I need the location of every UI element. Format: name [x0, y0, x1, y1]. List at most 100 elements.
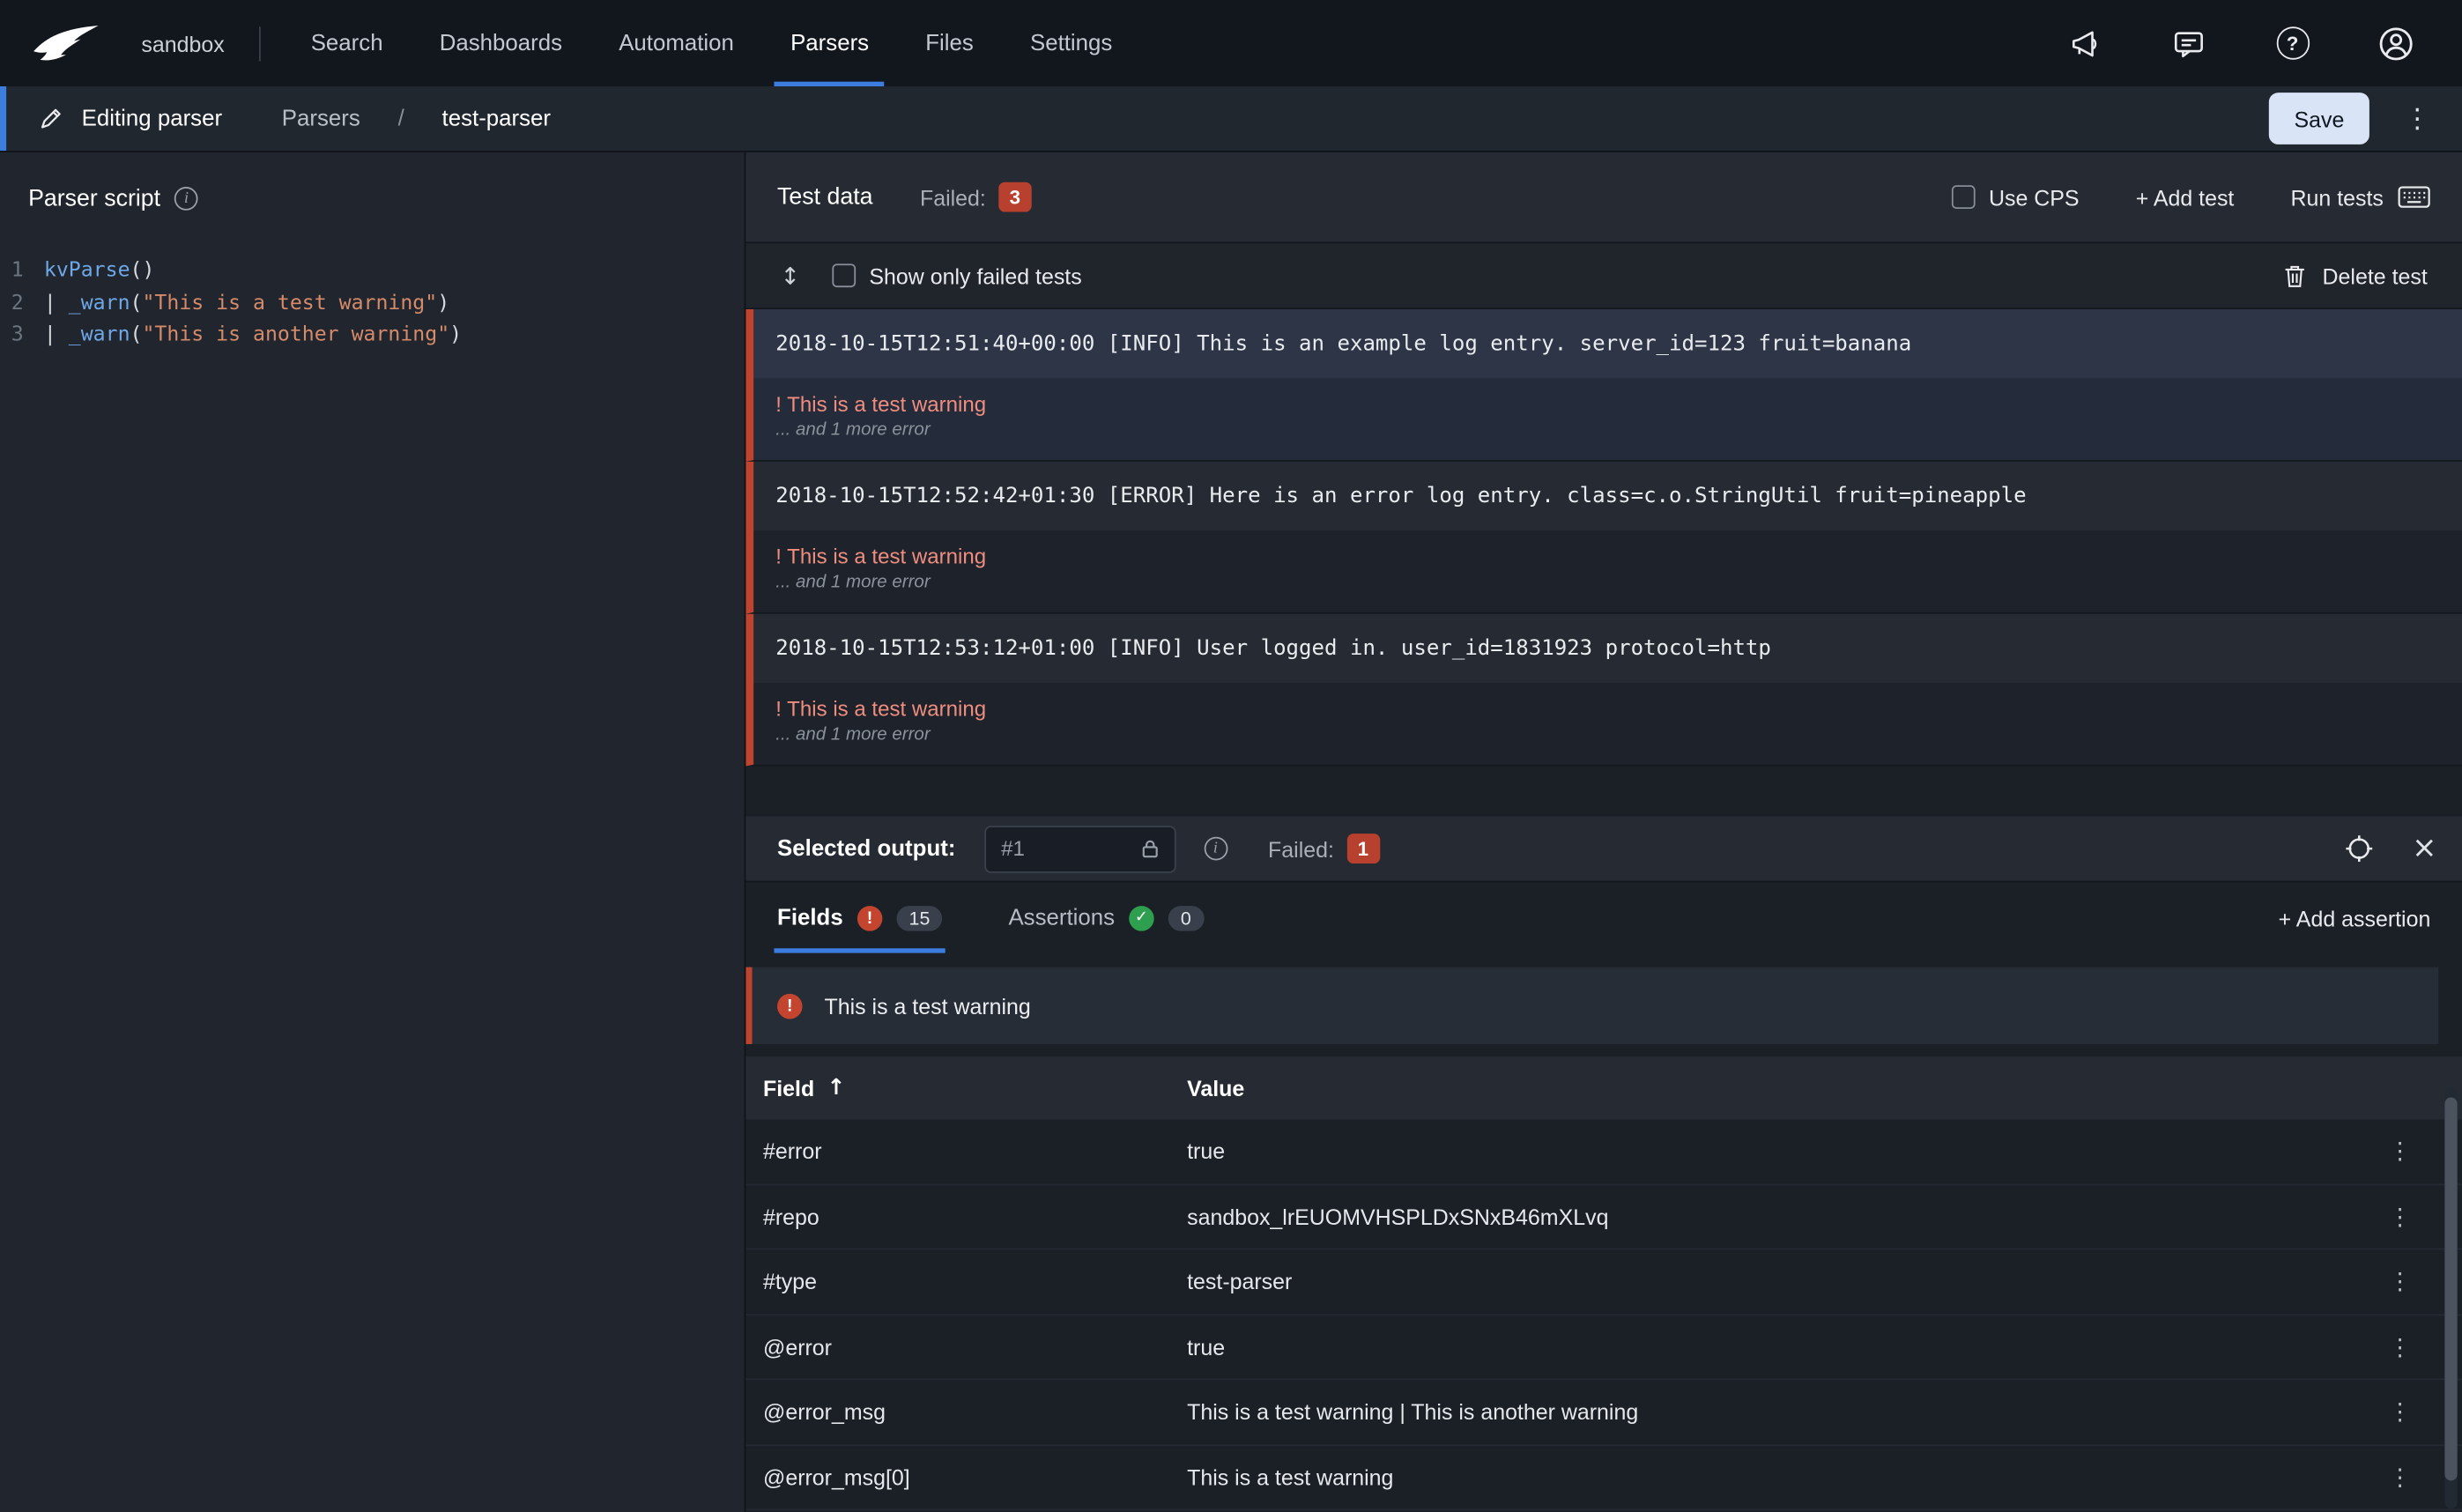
test-list-toolbar: ↕ Show only failed tests Delete test: [745, 243, 2462, 309]
show-only-failed-label: Show only failed tests: [869, 263, 1081, 288]
toolbar-right: Delete test: [2281, 263, 2428, 289]
use-cps-label: Use CPS: [1989, 184, 2080, 210]
line-number: 1: [0, 256, 44, 288]
use-cps-checkbox[interactable]: [1951, 185, 1975, 209]
tab-fields[interactable]: Fields ! 15: [777, 882, 943, 952]
parser-script-title: Parser script: [28, 184, 160, 211]
code-editor[interactable]: 1kvParse()2| _warn("This is a test warni…: [0, 243, 745, 1512]
keyboard-icon: [2398, 185, 2430, 209]
more-errors-text: ... and 1 more error: [775, 725, 2440, 744]
nav-item-parsers[interactable]: Parsers: [788, 0, 872, 86]
topnav-actions: ?: [2066, 25, 2428, 63]
code-token: "This is another warning": [142, 323, 449, 347]
assertions-tab-label: Assertions: [1008, 905, 1115, 930]
row-menu-button[interactable]: ⋮: [2382, 1202, 2418, 1230]
info-icon[interactable]: i: [174, 186, 198, 210]
parser-script-panel: Parser script i 1kvParse()2| _warn("This…: [0, 152, 745, 1512]
output-failed-count-badge: 1: [1346, 834, 1379, 863]
test-data-panel: Test data Failed: 3 Use CPS + Add test R…: [745, 152, 2462, 1512]
row-menu-button[interactable]: ⋮: [2382, 1397, 2418, 1426]
warning-banner: ! This is a test warning: [745, 967, 2438, 1044]
field-row: #errortrue⋮: [745, 1119, 2462, 1184]
top-nav: sandbox Search Dashboards Automation Parser…: [0, 0, 2462, 86]
edit-bar: Editing parser Parsers / test-parser Sav…: [0, 86, 2462, 152]
output-failed-label: Failed:: [1268, 836, 1334, 862]
test-header-actions: Use CPS + Add test Run tests: [1951, 184, 2430, 210]
fields-error-icon: !: [857, 905, 883, 930]
save-button[interactable]: Save: [2269, 93, 2369, 145]
field-name: @error_msg[0]: [763, 1464, 1187, 1490]
failed-label: Failed:: [920, 184, 986, 210]
breadcrumb-parsers-link[interactable]: Parsers: [282, 106, 360, 131]
primary-nav: Search Dashboards Automation Parsers Files Se…: [283, 0, 1141, 86]
field-row: @error_msg[0]This is a test warning⋮: [745, 1445, 2462, 1510]
fields-table-body: #errortrue⋮#reposandbox_lrEUOMVHSPLDxSNx…: [745, 1119, 2462, 1510]
scrollbar-thumb[interactable]: [2444, 1098, 2457, 1481]
output-info-icon[interactable]: i: [1204, 837, 1227, 861]
banner-text: This is a test warning: [824, 993, 1030, 1019]
mode-label: Editing parser: [82, 106, 222, 131]
test-warnings: ! This is a test warning... and 1 more e…: [753, 378, 2462, 460]
crowdstrike-falcon-logo[interactable]: [28, 18, 104, 68]
workspace-name: sandbox: [141, 31, 224, 56]
add-test-button[interactable]: + Add test: [2136, 184, 2235, 210]
row-menu-button[interactable]: ⋮: [2382, 1267, 2418, 1295]
close-output-icon[interactable]: ×: [2412, 834, 2436, 863]
nav-item-automation[interactable]: Automation: [616, 0, 738, 86]
field-value: test-parser: [1187, 1269, 2382, 1294]
nav-item-search[interactable]: Search: [308, 0, 386, 86]
code-line: 2| _warn("This is a test warning"): [0, 288, 745, 321]
trash-icon: [2281, 263, 2308, 289]
run-tests-label: Run tests: [2291, 184, 2384, 210]
assertions-ok-icon: ✓: [1129, 905, 1154, 930]
tab-assertions[interactable]: Assertions ✓ 0: [1008, 882, 1204, 952]
selected-output-bar: Selected output: #1 i Failed: 1: [745, 817, 2462, 883]
row-menu-button[interactable]: ⋮: [2382, 1138, 2418, 1166]
code-token: "This is a test warning": [142, 292, 437, 315]
more-errors-text: ... and 1 more error: [775, 421, 2440, 440]
help-icon[interactable]: ?: [2273, 25, 2311, 63]
use-cps-group: Use CPS: [1951, 184, 2079, 210]
user-avatar[interactable]: [2377, 25, 2415, 63]
field-row: @error_msgThis is a test warning | This …: [745, 1380, 2462, 1445]
test-log-line[interactable]: 2018-10-15T12:51:40+00:00 [INFO] This is…: [753, 309, 2462, 378]
show-only-failed-group: Show only failed tests: [832, 263, 1082, 288]
nav-item-files[interactable]: Files: [923, 0, 977, 86]
feedback-chat-icon[interactable]: [2170, 25, 2208, 63]
test-log-line[interactable]: 2018-10-15T12:53:12+01:00 [INFO] User lo…: [753, 614, 2462, 683]
more-errors-text: ... and 1 more error: [775, 573, 2440, 591]
field-value: sandbox_lrEUOMVHSPLDxSNxB46mXLvq: [1187, 1204, 2382, 1229]
pencil-icon: [38, 105, 64, 131]
row-menu-button[interactable]: ⋮: [2382, 1332, 2418, 1360]
announcements-icon[interactable]: [2066, 25, 2104, 63]
field-row: @errortrue⋮: [745, 1315, 2462, 1380]
test-case: 2018-10-15T12:51:40+00:00 [INFO] This is…: [745, 309, 2462, 462]
code-token: _warn: [69, 292, 130, 315]
fields-tab-label: Fields: [777, 905, 843, 930]
field-name: #repo: [763, 1204, 1187, 1229]
more-options-button[interactable]: ⋮: [2394, 103, 2440, 135]
locate-target-icon[interactable]: [2340, 830, 2377, 868]
add-assertion-button[interactable]: + Add assertion: [2279, 905, 2431, 930]
field-name: #type: [763, 1269, 1187, 1294]
test-case: 2018-10-15T12:52:42+01:30 [ERROR] Here i…: [745, 462, 2462, 614]
delete-test-button[interactable]: Delete test: [2281, 263, 2428, 289]
output-selector-input[interactable]: #1: [984, 825, 1175, 871]
test-log-line[interactable]: 2018-10-15T12:52:42+01:30 [ERROR] Here i…: [753, 462, 2462, 530]
assertions-count-badge: 0: [1168, 905, 1204, 930]
parser-editor-app: sandbox Search Dashboards Automation Parser…: [0, 0, 2462, 1512]
reorder-tests-icon[interactable]: ↕: [781, 262, 800, 290]
code-line: 1kvParse(): [0, 256, 745, 288]
code-text: | _warn("This is a test warning"): [44, 288, 449, 321]
row-menu-button[interactable]: ⋮: [2382, 1463, 2418, 1491]
run-tests-button[interactable]: Run tests: [2291, 184, 2431, 210]
nav-item-settings[interactable]: Settings: [1027, 0, 1116, 86]
show-only-failed-checkbox[interactable]: [832, 263, 856, 287]
field-column-header[interactable]: Field ↑: [763, 1076, 1187, 1101]
code-token: |: [44, 292, 69, 315]
nav-item-dashboards[interactable]: Dashboards: [436, 0, 565, 86]
code-text: kvParse(): [44, 256, 155, 288]
field-value: true: [1187, 1334, 2382, 1360]
field-row: #reposandbox_lrEUOMVHSPLDxSNxB46mXLvq⋮: [745, 1184, 2462, 1249]
test-warnings: ! This is a test warning... and 1 more e…: [753, 683, 2462, 765]
